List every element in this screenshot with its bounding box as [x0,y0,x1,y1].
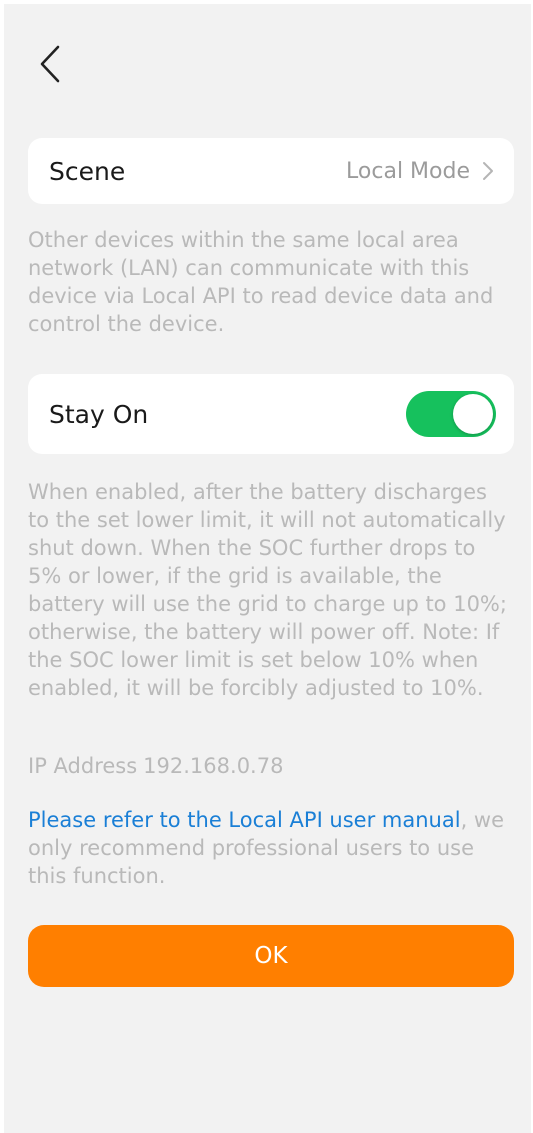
stay-on-row: Stay On [28,374,514,454]
ip-address-label: IP Address [28,754,138,778]
chevron-left-icon [40,45,60,83]
stay-on-description: When enabled, after the battery discharg… [28,480,507,700]
stay-on-toggle[interactable] [406,391,496,437]
chevron-right-icon [482,161,494,181]
ip-address-value: 192.168.0.78 [143,754,284,778]
ok-button-label: OK [254,943,288,969]
local-mode-settings-screen: Scene Local Mode Other devices within th… [4,4,531,1133]
manual-notice: Please refer to the Local API user manua… [28,806,514,890]
local-api-manual-link[interactable]: Please refer to the Local API user manua… [28,808,461,832]
toggle-knob [453,394,493,434]
stay-on-label: Stay On [49,399,149,429]
scene-value: Local Mode [346,158,470,184]
local-api-description: Other devices within the same local area… [28,228,494,336]
scene-label: Scene [49,156,126,186]
ip-address: IP Address 192.168.0.78 [28,752,283,780]
scene-row[interactable]: Scene Local Mode [28,138,514,204]
back-button[interactable] [32,42,68,86]
ok-button[interactable]: OK [28,925,514,987]
